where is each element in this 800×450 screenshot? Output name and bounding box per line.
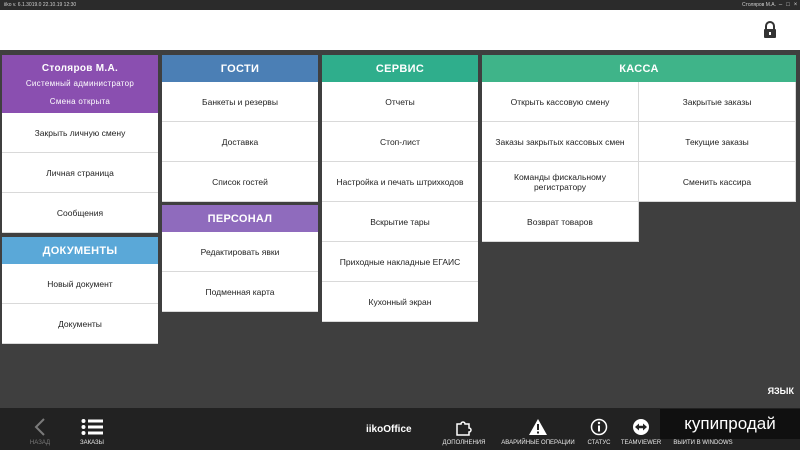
substitute-card-button[interactable]: Подменная карта <box>162 272 318 312</box>
cashbox-grid: Открыть кассовую смену Закрытые заказы З… <box>482 82 796 242</box>
delivery-button[interactable]: Доставка <box>162 122 318 162</box>
guest-list-button[interactable]: Список гостей <box>162 162 318 202</box>
close-personal-shift-button[interactable]: Закрыть личную смену <box>2 113 158 153</box>
addons-button[interactable]: ДОПОЛНЕНИЯ <box>438 408 490 450</box>
guests-header: ГОСТИ <box>162 55 318 82</box>
guests-section: ГОСТИ Банкеты и резервы Доставка Список … <box>162 55 318 202</box>
shift-status: Смена открыта <box>49 96 111 106</box>
user-name: Столяров М.А. <box>41 62 119 74</box>
user-role: Системный администратор <box>25 78 135 88</box>
window-titlebar: iiko v. 6.1.3019.0 22.10.19 12:30 Столяр… <box>0 0 800 10</box>
status-button[interactable]: СТАТУС <box>584 408 614 450</box>
teamviewer-button[interactable]: TEAMVIEWER <box>620 408 662 450</box>
language-button[interactable]: ЯЗЫК <box>768 386 794 396</box>
egais-invoices-button[interactable]: Приходные накладные ЕГАИС <box>322 242 478 282</box>
exit-label: ВЫЙТИ В WINDOWS <box>673 440 733 446</box>
warning-icon <box>529 419 547 435</box>
chevron-left-icon <box>34 418 45 436</box>
info-icon <box>590 418 608 436</box>
return-goods-button[interactable]: Возврат товаров <box>482 202 639 242</box>
staff-header: ПЕРСОНАЛ <box>162 205 318 232</box>
messages-button[interactable]: Сообщения <box>2 193 158 233</box>
stop-list-button[interactable]: Стоп-лист <box>322 122 478 162</box>
documents-header: ДОКУМЕНТЫ <box>2 237 158 264</box>
addons-label: ДОПОЛНЕНИЯ <box>442 440 486 446</box>
maximize-button[interactable]: □ <box>786 0 791 10</box>
emergency-label: АВАРИЙНЫЕ ОПЕРАЦИИ <box>501 440 575 446</box>
closed-shift-orders-button[interactable]: Заказы закрытых кассовых смен <box>482 122 639 162</box>
titlebar-user-label: Столяров М.А. <box>741 2 776 8</box>
close-window-button[interactable]: × <box>793 0 798 10</box>
change-cashier-button[interactable]: Сменить кассира <box>639 162 796 202</box>
user-header: Столяров М.А. Системный администратор См… <box>2 55 158 113</box>
empty-cell <box>639 202 796 242</box>
reports-button[interactable]: Отчеты <box>322 82 478 122</box>
kitchen-screen-button[interactable]: Кухонный экран <box>322 282 478 322</box>
documents-section: ДОКУМЕНТЫ Новый документ Документы <box>2 237 158 344</box>
service-header: СЕРВИС <box>322 55 478 82</box>
barcode-settings-button[interactable]: Настройка и печать штрихкодов <box>322 162 478 202</box>
top-bar <box>0 10 800 50</box>
banquets-reservations-button[interactable]: Банкеты и резервы <box>162 82 318 122</box>
staff-section: ПЕРСОНАЛ Редактировать явки Подменная ка… <box>162 205 318 312</box>
back-label: НАЗАД <box>29 440 51 446</box>
teamviewer-label: TEAMVIEWER <box>620 440 662 446</box>
current-orders-button[interactable]: Текущие заказы <box>639 122 796 162</box>
fiscal-commands-button[interactable]: Команды фискальному регистратору <box>482 162 639 202</box>
user-panel: Столяров М.А. Системный администратор См… <box>2 55 158 233</box>
service-section: СЕРВИС Отчеты Стоп-лист Настройка и печа… <box>322 55 478 322</box>
edit-attendance-button[interactable]: Редактировать явки <box>162 232 318 272</box>
app-version-label: iiko v. 6.1.3019.0 22.10.19 12:30 <box>4 2 77 8</box>
teamviewer-icon <box>633 419 649 435</box>
personal-page-button[interactable]: Личная страница <box>2 153 158 193</box>
status-label: СТАТУС <box>587 440 611 446</box>
lock-icon[interactable] <box>762 21 778 39</box>
new-document-button[interactable]: Новый документ <box>2 264 158 304</box>
cashbox-section: КАССА Открыть кассовую смену Закрытые за… <box>482 55 796 242</box>
closed-orders-button[interactable]: Закрытые заказы <box>639 82 796 122</box>
emergency-operations-button[interactable]: АВАРИЙНЫЕ ОПЕРАЦИИ <box>498 408 578 450</box>
cashbox-header: КАССА <box>482 55 796 82</box>
minimize-button[interactable]: – <box>778 0 783 10</box>
list-icon <box>81 419 103 435</box>
orders-label: ЗАКАЗЫ <box>80 440 104 446</box>
open-cash-shift-button[interactable]: Открыть кассовую смену <box>482 82 639 122</box>
brand-logo: iikoOffice <box>366 424 412 435</box>
window-controls: – □ × <box>778 0 798 10</box>
orders-button[interactable]: ЗАКАЗЫ <box>72 408 112 450</box>
documents-button[interactable]: Документы <box>2 304 158 344</box>
back-button[interactable]: НАЗАД <box>22 408 58 450</box>
watermark-logo: купипродай <box>660 409 800 439</box>
puzzle-icon <box>456 421 472 436</box>
container-opening-button[interactable]: Вскрытие тары <box>322 202 478 242</box>
